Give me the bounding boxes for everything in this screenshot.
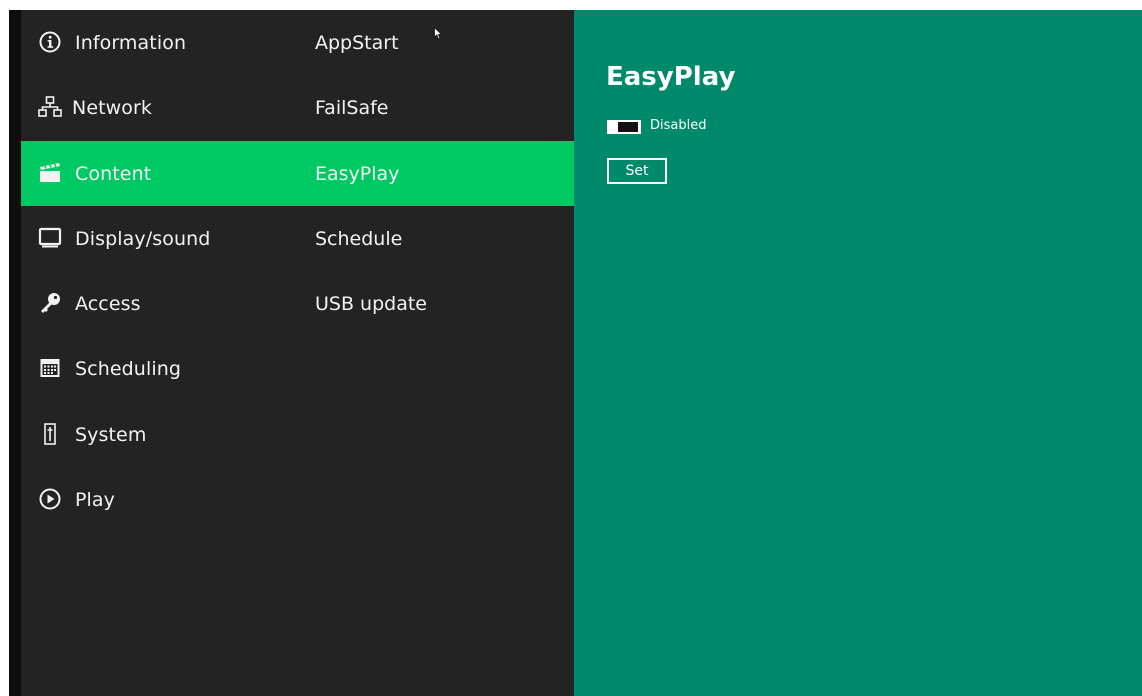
key-icon: [38, 291, 62, 315]
mouse-cursor-icon: [434, 25, 443, 44]
menu-item-label: Network: [72, 96, 153, 119]
submenu-item-appstart[interactable]: AppStart: [315, 10, 399, 75]
info-icon: [38, 30, 62, 54]
menu-item-display-sound[interactable]: Display/sound: [21, 206, 296, 271]
monitor-icon: [38, 226, 62, 250]
calendar-icon: [38, 356, 62, 380]
menu-row-4: Display/sound Schedule: [21, 206, 574, 271]
submenu-item-label: Schedule: [315, 227, 403, 250]
menu-row-3-selected: Content EasyPlay: [21, 141, 574, 206]
toggle-knob: [618, 122, 638, 132]
system-icon: [38, 422, 62, 446]
submenu-item-usb-update[interactable]: USB update: [315, 271, 427, 336]
submenu-item-label: AppStart: [315, 31, 399, 54]
menu-item-information[interactable]: Information: [21, 10, 296, 75]
menu-item-label: Scheduling: [75, 357, 182, 380]
set-button[interactable]: Set: [607, 158, 667, 184]
submenu-item-label: USB update: [315, 292, 427, 315]
menu-row-5: Access USB update: [21, 271, 574, 336]
submenu-item-label: EasyPlay: [315, 162, 400, 185]
menu-item-network[interactable]: Network: [21, 75, 296, 140]
page-title: EasyPlay: [606, 62, 736, 92]
submenu-item-failsafe[interactable]: FailSafe: [315, 75, 388, 140]
play-icon: [38, 487, 62, 511]
menu-item-content[interactable]: Content: [21, 141, 296, 206]
menu-item-label: Information: [75, 31, 187, 54]
menu-item-system[interactable]: System: [21, 402, 296, 467]
toggle-status-label: Disabled: [650, 118, 707, 133]
menu-item-label: Access: [75, 292, 141, 315]
menu-item-scheduling[interactable]: Scheduling: [21, 336, 296, 401]
menu-row-6: Scheduling: [21, 336, 574, 401]
menu-item-label: Play: [75, 488, 116, 511]
menu-row-2: Network FailSafe: [21, 75, 574, 140]
menu-item-label: Content: [75, 162, 152, 185]
submenu-item-label: FailSafe: [315, 96, 389, 119]
menu-item-label: Display/sound: [75, 227, 211, 250]
menu-row-7: System: [21, 402, 574, 467]
detail-panel: [574, 10, 1142, 696]
easyplay-toggle[interactable]: [607, 120, 641, 134]
menu-item-access[interactable]: Access: [21, 271, 296, 336]
menu-item-play[interactable]: Play: [21, 467, 296, 532]
network-icon: [38, 95, 62, 119]
submenu-item-schedule[interactable]: Schedule: [315, 206, 402, 271]
menu-item-label: System: [75, 423, 147, 446]
clapperboard-icon: [38, 161, 62, 185]
submenu-item-easyplay[interactable]: EasyPlay: [315, 141, 399, 206]
menu-row-1: Information AppStart: [21, 10, 574, 75]
menu-row-8: Play: [21, 467, 574, 532]
